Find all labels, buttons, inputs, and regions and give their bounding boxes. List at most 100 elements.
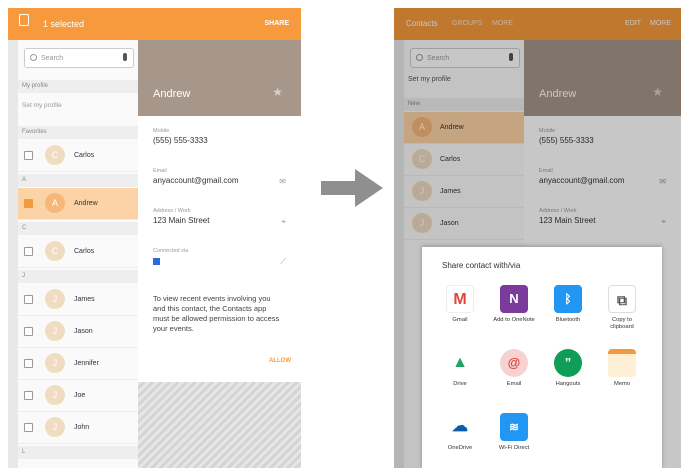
share-wifi-direct[interactable]: ≋ Wi-Fi Direct — [492, 413, 536, 452]
checkbox[interactable] — [24, 151, 33, 160]
checkbox[interactable] — [24, 423, 33, 432]
app-label: Gmail — [452, 317, 468, 323]
list-item[interactable]: A Andrew — [404, 112, 524, 144]
contact-name: Jennifer — [74, 360, 99, 367]
checkbox[interactable] — [24, 295, 33, 304]
app-title: Contacts — [406, 19, 438, 28]
selection-bar: 1 selected SHARE — [8, 8, 301, 40]
share-email[interactable]: @ Email — [492, 349, 536, 388]
list-item[interactable]: C Carlos — [18, 236, 138, 268]
mobile-field[interactable]: Mobile (555) 555-3333 — [153, 128, 291, 145]
field-label: Mobile — [153, 128, 170, 134]
share-button[interactable]: SHARE — [264, 20, 289, 27]
checkbox[interactable] — [24, 359, 33, 368]
field-label: Email — [539, 168, 553, 174]
select-all-icon[interactable] — [19, 14, 29, 26]
avatar: C — [45, 145, 65, 165]
avatar: J — [45, 289, 65, 309]
share-gmail[interactable]: M Gmail — [438, 285, 482, 324]
field-label: Email — [153, 168, 167, 174]
field-label: Mobile — [539, 128, 556, 134]
avatar: J — [412, 213, 432, 233]
tab-more[interactable]: MORE — [492, 20, 513, 27]
contact-name: Jason — [440, 220, 459, 227]
list-item[interactable]: J John — [18, 412, 138, 444]
contact-header: Andrew ★ — [524, 40, 681, 116]
share-clipboard[interactable]: ⧉ Copy to clipboard — [600, 285, 644, 331]
hangouts-icon: ” — [554, 349, 582, 377]
checkbox[interactable] — [24, 327, 33, 336]
address-field[interactable]: Address / Work 123 Main Street ⌖ — [539, 208, 671, 227]
star-icon[interactable]: ★ — [652, 85, 663, 99]
background-pattern — [138, 382, 301, 468]
avatar: J — [45, 417, 65, 437]
mic-icon[interactable] — [509, 53, 513, 61]
share-memo[interactable]: Memo — [600, 349, 644, 388]
field-value: 123 Main Street — [539, 216, 596, 225]
list-item[interactable]: A Andrew — [18, 188, 138, 220]
app-label: OneDrive — [447, 445, 473, 451]
index-scroller[interactable] — [8, 40, 18, 468]
section-header: My profile — [18, 80, 138, 93]
contact-name: James — [440, 188, 461, 195]
share-sheet-title: Share contact with/via — [442, 261, 521, 270]
contacts-screen-after: Contacts GROUPS MORE EDIT MORE Search Se… — [394, 8, 681, 468]
list-item[interactable]: J Jason — [404, 208, 524, 240]
mail-icon[interactable]: ✉ — [279, 177, 286, 186]
gmail-icon: M — [446, 285, 474, 313]
avatar: A — [412, 117, 432, 137]
share-drive[interactable]: ▲ Drive — [438, 349, 482, 388]
search-input[interactable]: Search — [24, 48, 134, 68]
checkbox[interactable] — [24, 247, 33, 256]
share-onedrive[interactable]: ☁ OneDrive — [438, 413, 482, 452]
contact-header: Andrew ★ — [138, 40, 301, 116]
search-icon — [416, 54, 423, 61]
list-item[interactable]: J James — [404, 176, 524, 208]
avatar: J — [45, 321, 65, 341]
index-scroller[interactable] — [394, 40, 404, 468]
share-onenote[interactable]: N Add to OneNote — [492, 285, 536, 324]
account-icon — [153, 258, 160, 265]
list-item[interactable]: C Carlos — [18, 140, 138, 172]
tab-groups[interactable]: GROUPS — [452, 20, 482, 27]
mobile-field[interactable]: Mobile (555) 555-3333 — [539, 128, 671, 145]
avatar: J — [45, 385, 65, 405]
list-item[interactable]: J James — [18, 284, 138, 316]
list-item[interactable]: J Jason — [18, 316, 138, 348]
share-bluetooth[interactable]: ᛒ Bluetooth — [546, 285, 590, 324]
section-header: Favorites — [18, 126, 138, 139]
section-header: C — [18, 222, 138, 235]
permission-message: To view recent events involving you and … — [153, 294, 280, 333]
set-profile-link[interactable]: Set my profile — [404, 76, 524, 83]
checkbox[interactable] — [24, 391, 33, 400]
section-header: A — [18, 174, 138, 187]
email-field[interactable]: Email anyaccount@gmail.com ✉ — [153, 168, 291, 186]
search-input[interactable]: Search — [410, 48, 520, 68]
wifi-direct-icon: ≋ — [500, 413, 528, 441]
location-icon[interactable]: ⌖ — [661, 217, 666, 227]
mail-icon[interactable]: ✉ — [659, 177, 666, 186]
list-item[interactable]: C Carlos — [404, 144, 524, 176]
share-hangouts[interactable]: ” Hangouts — [546, 349, 590, 388]
address-field[interactable]: Address / Work 123 Main Street ⌖ — [153, 208, 291, 227]
mic-icon[interactable] — [123, 53, 127, 61]
star-icon[interactable]: ★ — [272, 85, 283, 99]
edit-button[interactable]: EDIT — [625, 20, 641, 27]
contact-name: James — [74, 296, 95, 303]
list-item[interactable]: J Joe — [18, 380, 138, 412]
field-value: anyaccount@gmail.com — [153, 176, 239, 185]
email-field[interactable]: Email anyaccount@gmail.com ✉ — [539, 168, 671, 186]
field-value: anyaccount@gmail.com — [539, 176, 625, 185]
list-item[interactable]: J Jennifer — [18, 348, 138, 380]
link-icon: ⟋ — [280, 257, 286, 266]
section-header: L — [18, 446, 138, 459]
location-icon[interactable]: ⌖ — [281, 217, 286, 227]
field-label: Connected via — [153, 248, 189, 254]
set-profile-link[interactable]: Set my profile — [18, 102, 138, 109]
allow-button[interactable]: ALLOW — [269, 358, 291, 364]
more-button[interactable]: MORE — [650, 20, 671, 27]
contact-name: Carlos — [440, 156, 461, 163]
contact-name: Carlos — [74, 248, 95, 255]
checkbox[interactable] — [24, 199, 33, 208]
avatar: C — [412, 149, 432, 169]
